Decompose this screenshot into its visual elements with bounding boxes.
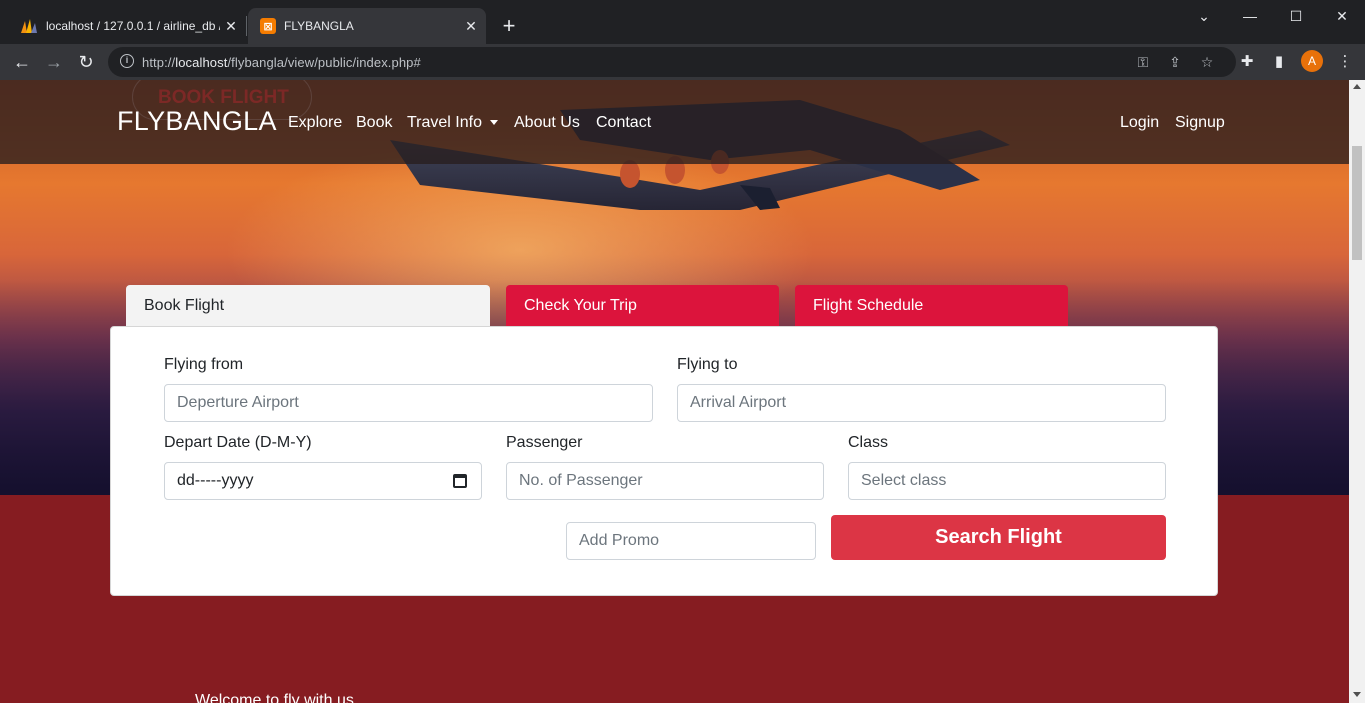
scroll-down-arrow-icon[interactable] bbox=[1353, 692, 1361, 697]
xampp-icon: ⊠ bbox=[260, 18, 276, 34]
key-icon[interactable]: ⚿ bbox=[1134, 53, 1152, 71]
nav-about-us[interactable]: About Us bbox=[514, 114, 580, 132]
new-tab-button[interactable]: + bbox=[496, 14, 522, 40]
nav-travel-info[interactable]: Travel Info bbox=[407, 114, 498, 132]
url-host: localhost bbox=[175, 55, 228, 70]
back-icon[interactable]: ← bbox=[9, 49, 35, 75]
arrival-airport-input[interactable]: Arrival Airport bbox=[677, 384, 1166, 422]
departure-airport-input[interactable]: Deperture Airport bbox=[164, 384, 653, 422]
search-flight-button[interactable]: Search Flight bbox=[831, 515, 1166, 560]
profile-avatar[interactable]: A bbox=[1301, 50, 1323, 72]
maximize-button[interactable]: ☐ bbox=[1273, 4, 1319, 28]
url-scheme: http:// bbox=[142, 55, 176, 70]
depart-date-input[interactable]: dd-----yyyy bbox=[164, 462, 482, 500]
browser-titlebar: localhost / 127.0.0.1 / airline_db / ✕ ⊠… bbox=[0, 0, 1365, 44]
tab-flight-schedule[interactable]: Flight Schedule bbox=[795, 285, 1068, 327]
tab-book-flight[interactable]: Book Flight bbox=[126, 285, 490, 327]
tab-divider bbox=[246, 16, 247, 36]
nav-signup[interactable]: Signup bbox=[1175, 114, 1225, 132]
menu-kebab-icon[interactable]: ⋮ bbox=[1335, 52, 1355, 72]
booking-form-card: Flying from Deperture Airport Flying to … bbox=[110, 326, 1218, 596]
url-text[interactable]: http://localhost/flybangla/view/public/i… bbox=[142, 55, 421, 70]
url-path: /flybangla/view/public/index.php# bbox=[227, 55, 421, 70]
site-header: BOOK FLIGHT FLYBANGLA Explore Book Trave… bbox=[0, 80, 1349, 164]
close-tab-icon[interactable]: ✕ bbox=[460, 18, 482, 35]
nav-travel-info-label: Travel Info bbox=[407, 114, 482, 131]
scroll-thumb[interactable] bbox=[1352, 146, 1362, 260]
minimize-button[interactable]: — bbox=[1227, 4, 1273, 28]
forward-icon[interactable]: → bbox=[41, 49, 67, 75]
page-viewport: BOOK FLIGHT FLYBANGLA Explore Book Trave… bbox=[0, 80, 1349, 703]
close-window-button[interactable]: ✕ bbox=[1319, 4, 1365, 28]
tab-title: localhost / 127.0.0.1 / airline_db / bbox=[46, 19, 220, 33]
class-select[interactable]: Select class bbox=[848, 462, 1166, 500]
flying-from-label: Flying from bbox=[164, 356, 244, 373]
passenger-label: Passenger bbox=[506, 434, 583, 451]
passenger-count-input[interactable]: No. of Passenger bbox=[506, 462, 824, 500]
bookmark-star-icon[interactable]: ☆ bbox=[1198, 53, 1216, 71]
caret-down-icon bbox=[490, 120, 498, 126]
browser-tab-flybangla[interactable]: ⊠ FLYBANGLA ✕ bbox=[248, 8, 486, 44]
close-tab-icon[interactable]: ✕ bbox=[220, 18, 242, 35]
tab-search-icon[interactable]: ⌄ bbox=[1181, 4, 1227, 28]
nav-book[interactable]: Book bbox=[356, 114, 392, 132]
browser-tab-phpmyadmin[interactable]: localhost / 127.0.0.1 / airline_db / ✕ bbox=[8, 8, 246, 44]
welcome-heading: Welcome to fly with us bbox=[195, 692, 354, 703]
tab-title: FLYBANGLA bbox=[284, 19, 354, 33]
tab-check-your-trip[interactable]: Check Your Trip bbox=[506, 285, 779, 327]
share-icon[interactable]: ⇪ bbox=[1166, 53, 1184, 71]
extensions-icon[interactable]: ✚ bbox=[1237, 52, 1257, 72]
scroll-up-arrow-icon[interactable] bbox=[1353, 84, 1361, 89]
calendar-icon[interactable] bbox=[453, 474, 467, 488]
reload-icon[interactable]: ↻ bbox=[73, 49, 99, 75]
browser-toolbar: ← → ↻ i http://localhost/flybangla/view/… bbox=[0, 44, 1365, 80]
nav-login[interactable]: Login bbox=[1120, 114, 1159, 132]
phpmyadmin-icon bbox=[20, 18, 38, 34]
date-value: dd-----yyyy bbox=[177, 472, 254, 489]
side-panel-icon[interactable]: ▮ bbox=[1269, 52, 1289, 72]
promo-code-input[interactable]: Add Promo bbox=[566, 522, 816, 560]
brand-logo[interactable]: FLYBANGLA bbox=[117, 106, 277, 137]
site-info-icon[interactable]: i bbox=[120, 54, 134, 68]
class-label: Class bbox=[848, 434, 889, 451]
address-bar[interactable]: i http://localhost/flybangla/view/public… bbox=[108, 47, 1236, 77]
flying-to-label: Flying to bbox=[677, 356, 738, 373]
page-scrollbar[interactable] bbox=[1349, 80, 1365, 703]
nav-explore[interactable]: Explore bbox=[288, 114, 342, 132]
depart-date-label: Depart Date (D-M-Y) bbox=[164, 434, 312, 451]
nav-contact[interactable]: Contact bbox=[596, 114, 651, 132]
